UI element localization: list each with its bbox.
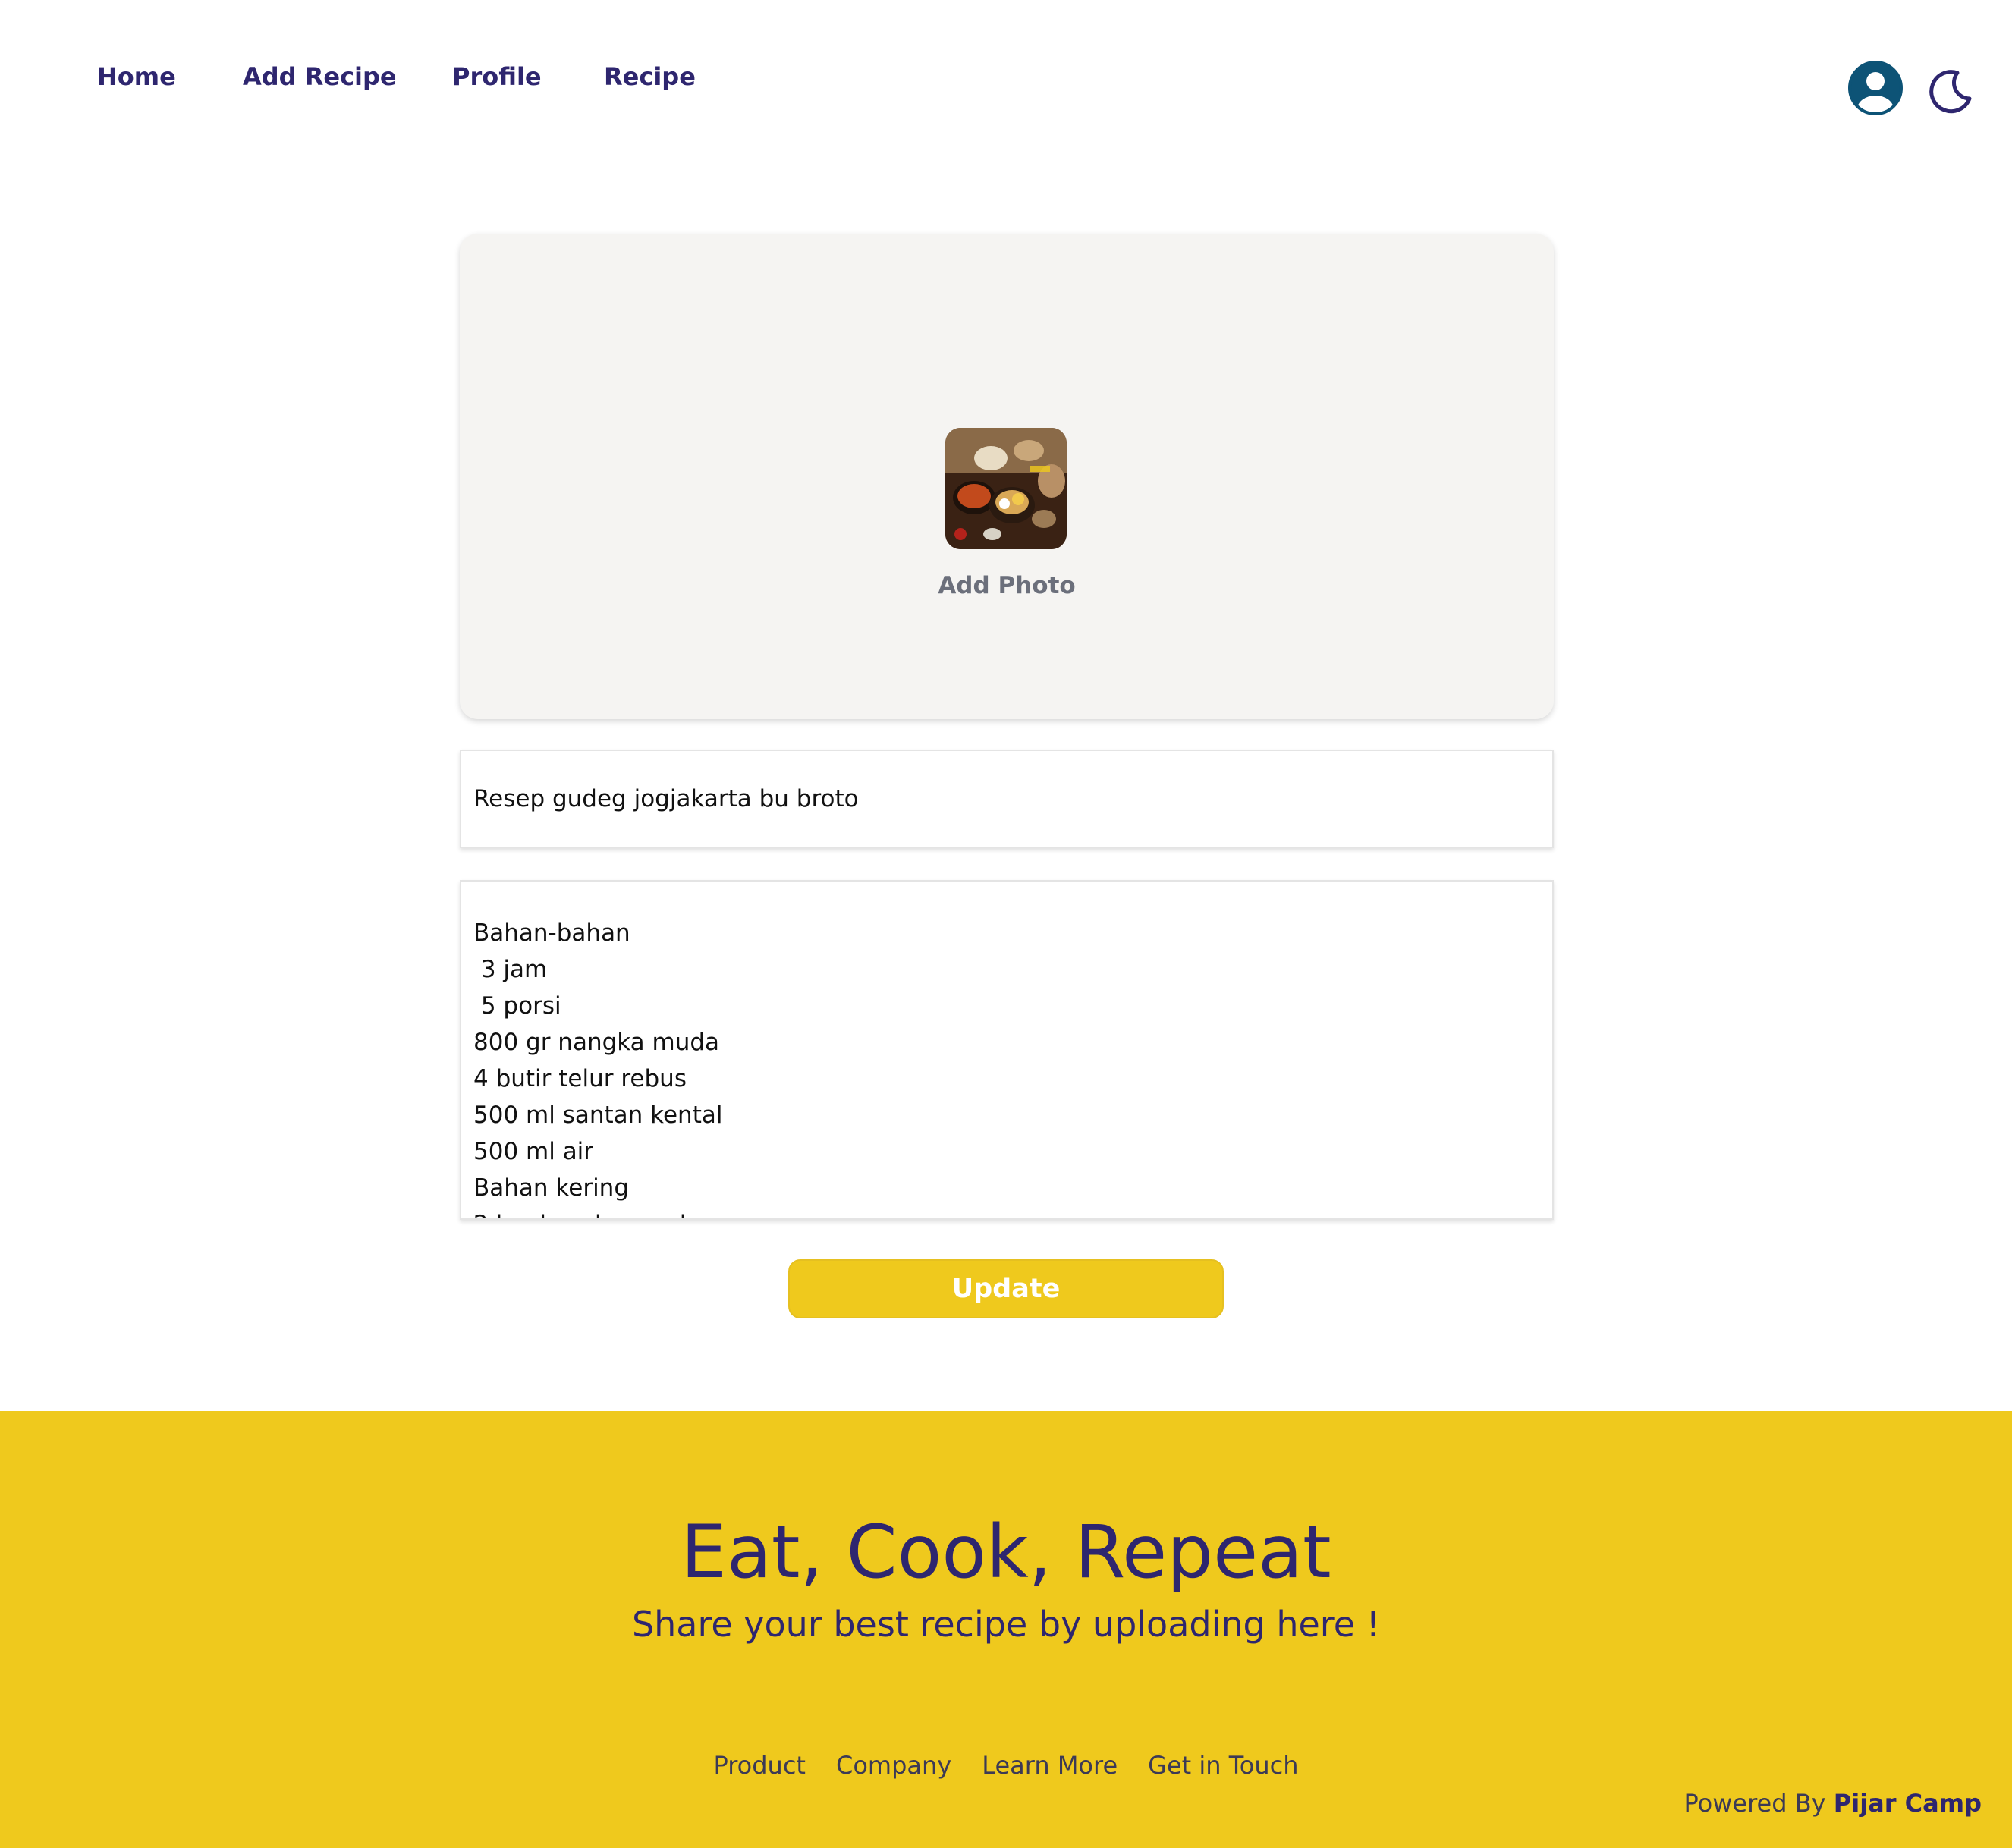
nav-profile-link[interactable]: Profile xyxy=(452,62,542,91)
recipe-title-input[interactable] xyxy=(460,750,1554,848)
footer-title: Eat, Cook, Repeat xyxy=(681,1510,1331,1595)
powered-by-brand: Pijar Camp xyxy=(1833,1789,1982,1818)
nav-add-recipe-link[interactable]: Add Recipe xyxy=(243,62,397,91)
update-button[interactable]: Update xyxy=(788,1259,1224,1318)
user-circle-icon[interactable] xyxy=(1848,61,1903,115)
footer-subtitle: Share your best recipe by uploading here… xyxy=(631,1604,1381,1645)
recipe-photo-thumbnail xyxy=(945,428,1067,549)
footer-links: Product Company Learn More Get in Touch xyxy=(0,1751,2012,1780)
powered-by-prefix: Powered By xyxy=(1683,1789,1826,1818)
footer-link-company[interactable]: Company xyxy=(836,1751,951,1780)
navbar: Home Add Recipe Profile Recipe xyxy=(0,0,2012,159)
add-photo-label: Add Photo xyxy=(938,572,1076,599)
footer-link-product[interactable]: Product xyxy=(713,1751,806,1780)
nav-recipe-link[interactable]: Recipe xyxy=(604,62,696,91)
moon-icon[interactable] xyxy=(1927,67,1974,114)
footer-link-learn-more[interactable]: Learn More xyxy=(982,1751,1118,1780)
powered-by: Powered By Pijar Camp xyxy=(1683,1789,1982,1818)
nav-home-link[interactable]: Home xyxy=(97,62,176,91)
footer: Eat, Cook, Repeat Share your best recipe… xyxy=(0,1411,2012,1848)
footer-link-get-in-touch[interactable]: Get in Touch xyxy=(1148,1751,1298,1780)
photo-upload-area[interactable]: Add Photo xyxy=(460,234,1554,719)
ingredients-textarea[interactable]: Bahan-bahan 3 jam 5 porsi 800 gr nangka … xyxy=(460,880,1554,1220)
